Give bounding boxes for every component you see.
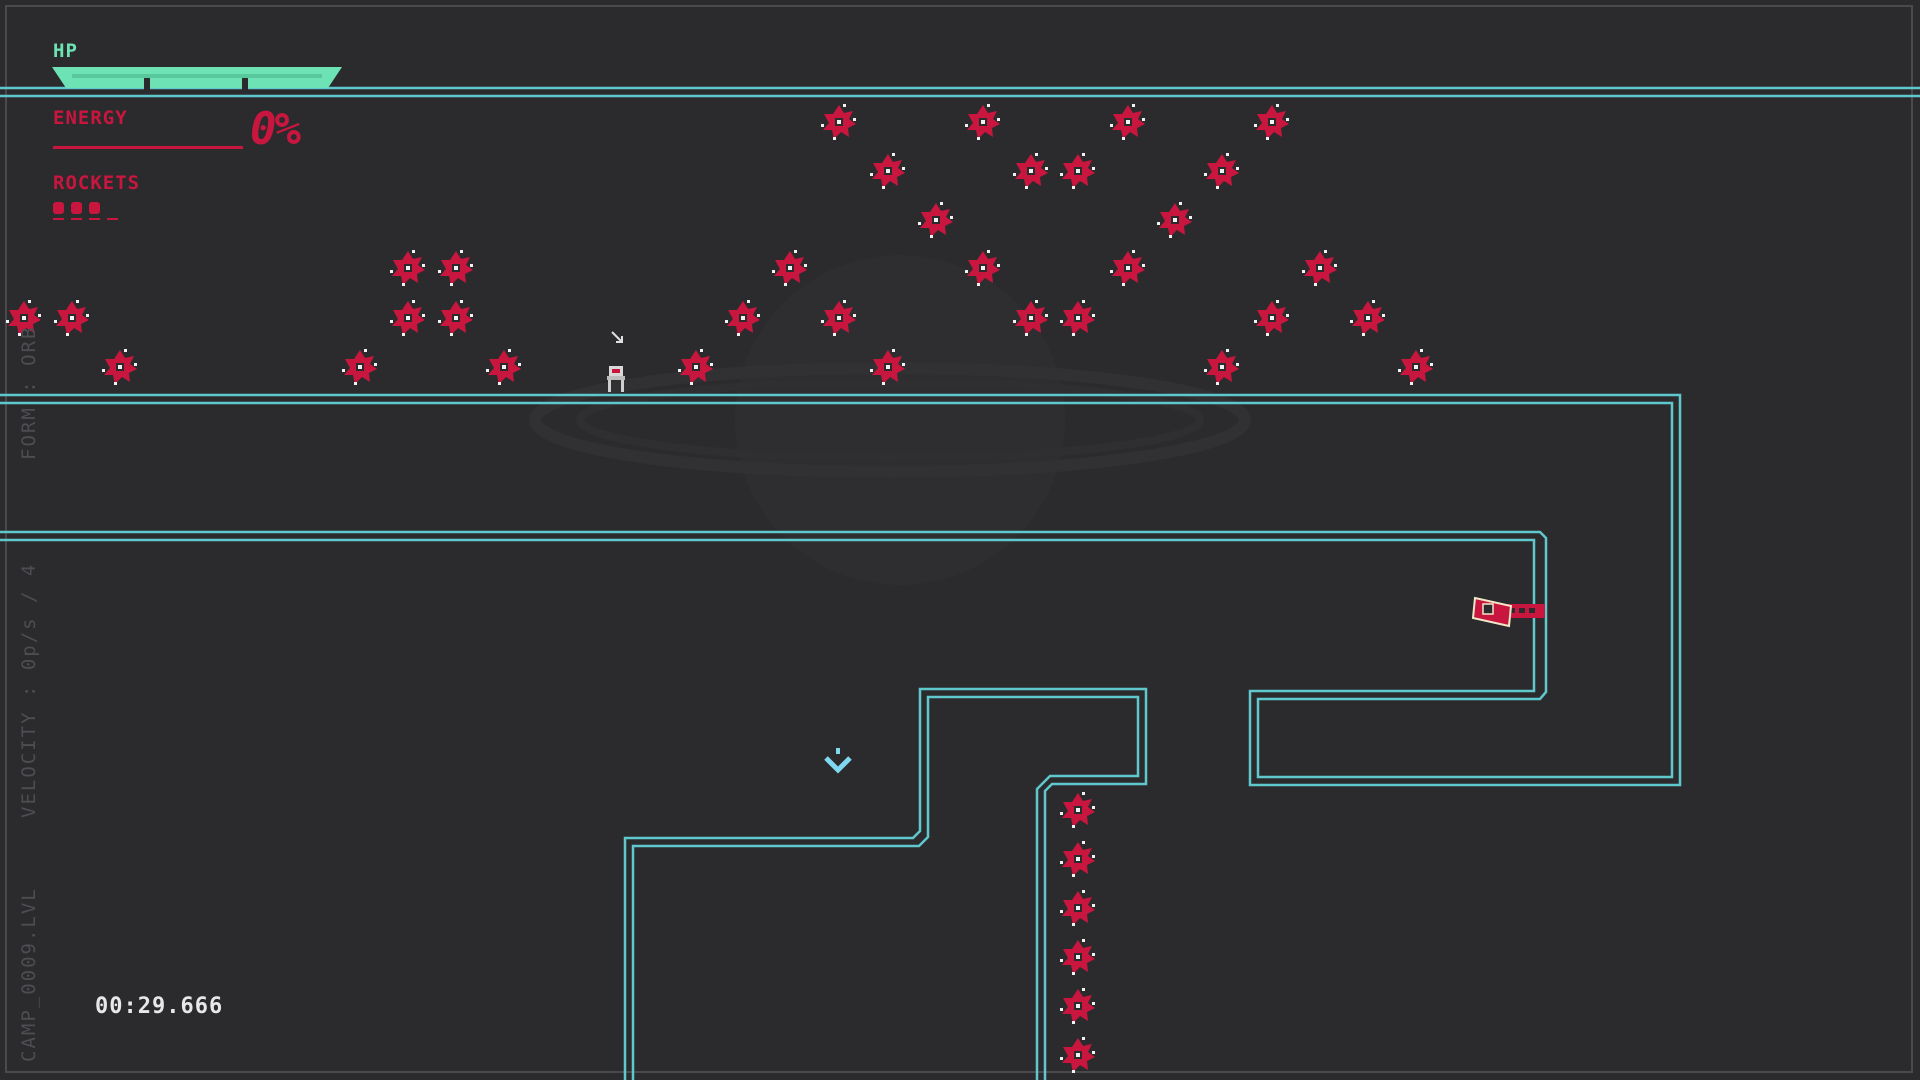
level-map bbox=[0, 86, 1920, 1080]
spiked-mine-icon bbox=[918, 202, 953, 238]
spiked-mine-icon bbox=[965, 104, 1000, 140]
spiked-mine-icon bbox=[390, 250, 425, 286]
enemy-group bbox=[6, 104, 1433, 1073]
spiked-mine-icon bbox=[1204, 349, 1239, 385]
spiked-mine-icon bbox=[1060, 890, 1095, 926]
spiked-mine-icon bbox=[438, 250, 473, 286]
energy-label: ENERGY bbox=[53, 107, 128, 129]
level-name: CAMP_0009.LVL bbox=[18, 887, 40, 1062]
energy-bar bbox=[53, 146, 243, 149]
hp-bar bbox=[52, 67, 342, 90]
spiked-mine-icon bbox=[1060, 939, 1095, 975]
spiked-mine-icon bbox=[1060, 988, 1095, 1024]
walls bbox=[0, 86, 1920, 1080]
aim-cursor-icon bbox=[611, 331, 623, 343]
spiked-mine-icon bbox=[1110, 250, 1145, 286]
game-stage[interactable]: HP ENERGY 0% ROCKETS FORM : ORB VELOCITY… bbox=[0, 0, 1920, 1080]
planet-backdrop bbox=[529, 255, 1251, 585]
spiked-mine-icon bbox=[870, 153, 905, 189]
spiked-mine-icon bbox=[390, 300, 425, 336]
spiked-mine-icon bbox=[1110, 104, 1145, 140]
spiked-mine-icon bbox=[102, 349, 137, 385]
spiked-mine-icon bbox=[772, 250, 807, 286]
rocket-icon bbox=[89, 202, 100, 214]
spiked-mine-icon bbox=[725, 300, 760, 336]
spiked-mine-icon bbox=[1254, 300, 1289, 336]
rockets-label: ROCKETS bbox=[53, 172, 141, 194]
lower-structure-wall bbox=[623, 687, 1148, 1080]
rocket-icon bbox=[53, 202, 64, 214]
spiked-mine-icon bbox=[1254, 104, 1289, 140]
spiked-mine-icon bbox=[1302, 250, 1337, 286]
spiked-mine-icon bbox=[1060, 841, 1095, 877]
spiked-mine-icon bbox=[821, 104, 856, 140]
spiked-mine-icon bbox=[54, 300, 89, 336]
rockets-ammo-icons bbox=[53, 202, 118, 220]
spiked-mine-icon bbox=[486, 349, 521, 385]
spiked-mine-icon bbox=[1013, 153, 1048, 189]
spiked-mine-icon bbox=[1157, 202, 1192, 238]
rocket-icon bbox=[71, 202, 82, 214]
spiked-mine-icon bbox=[1398, 349, 1433, 385]
run-timer: 00:29.666 bbox=[95, 994, 224, 1019]
spiked-mine-icon bbox=[1060, 153, 1095, 189]
spiked-mine-icon bbox=[1204, 153, 1239, 189]
form-readout: FORM : ORB bbox=[18, 325, 40, 460]
lower-structure-wall bbox=[631, 695, 1140, 1080]
checkpoint-chevron-icon[interactable] bbox=[824, 748, 852, 774]
velocity-readout: VELOCITY : 0p/s / 4 bbox=[18, 562, 40, 818]
energy-value: 0% bbox=[250, 104, 301, 155]
hp-label: HP bbox=[53, 40, 78, 62]
spiked-mine-icon bbox=[1350, 300, 1385, 336]
spiked-mine-icon bbox=[1060, 792, 1095, 828]
spiked-mine-icon bbox=[1060, 1037, 1095, 1073]
spiked-mine-icon bbox=[342, 349, 377, 385]
spiked-mine-icon bbox=[1060, 300, 1095, 336]
spiked-mine-icon bbox=[438, 300, 473, 336]
